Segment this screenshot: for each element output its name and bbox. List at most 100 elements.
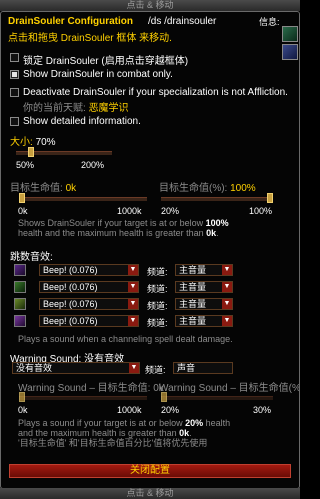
tick-channel-dropdown[interactable]: 主音量 ▼: [175, 298, 233, 310]
tick-channel-selected: 主音量: [179, 316, 207, 326]
health-desc-line2: health and the maximum health is greater…: [18, 228, 207, 238]
detailed-info-checkbox[interactable]: [10, 117, 19, 126]
tick-sounds-label: 跳数音效:: [10, 252, 53, 263]
tick-sound-selected: Beep! (0.076): [43, 265, 98, 275]
tick-channel-dropdown[interactable]: 主音量 ▼: [175, 281, 233, 293]
side-spell-icon-1[interactable]: [282, 26, 298, 42]
tick-sound-selected: Beep! (0.076): [43, 299, 98, 309]
target-health-label: 目标生命值: 0k: [10, 179, 76, 194]
size-slider-thumb[interactable]: [27, 147, 34, 157]
drag-bar-bottom[interactable]: 点击 & 移动: [0, 488, 300, 499]
warning-desc-health: health: [203, 418, 231, 428]
chevron-down-icon[interactable]: ▼: [222, 316, 232, 326]
current-spec-prefix: 你的当前天赋:: [23, 103, 89, 114]
chevron-down-icon[interactable]: ▼: [222, 282, 232, 292]
drag-bar-top[interactable]: 点击 & 移动: [0, 0, 300, 11]
target-health-min: 0k: [18, 206, 28, 216]
haunt-icon: [14, 281, 26, 293]
target-health-pct-prefix: 目标生命值(%):: [159, 183, 231, 194]
detailed-info-label: Show detailed information.: [23, 116, 141, 127]
chevron-down-icon[interactable]: ▼: [128, 265, 138, 275]
tick-channel-label: 频道:: [147, 284, 168, 294]
move-hint: 点击和拖曳 DrainSouler 框体 来移动.: [8, 33, 172, 44]
tick-sound-selected: Beep! (0.076): [43, 316, 98, 326]
malefic-grasp-icon: [14, 298, 26, 310]
side-spell-icon-2[interactable]: [282, 44, 298, 60]
config-panel: DrainSouler Configuration /ds /drainsoul…: [0, 11, 300, 489]
target-health-value: 0k: [65, 183, 77, 194]
tick-channel-dropdown[interactable]: 主音量 ▼: [175, 315, 233, 327]
size-min: 50%: [16, 160, 35, 170]
warning-sound-selected: 没有音效: [16, 363, 53, 373]
warning-pct-max: 30%: [253, 405, 272, 415]
health-desc-pct: 100%: [205, 218, 229, 228]
warning-pct-slider-thumb[interactable]: [161, 392, 167, 402]
tick-sounds-description: Plays a sound when a channeling spell de…: [18, 334, 233, 344]
drain-soul-icon: [14, 264, 26, 276]
size-label: 大小: 70%: [10, 133, 56, 148]
deactivate-spec-label: Deactivate DrainSouler if your specializ…: [23, 87, 288, 98]
tick-channel-label: 频道:: [147, 267, 168, 277]
size-max: 200%: [81, 160, 105, 170]
tick-sound-dropdown[interactable]: Beep! (0.076) ▼: [39, 281, 139, 293]
tick-channel-selected: 主音量: [179, 265, 207, 275]
warning-health-slider-thumb[interactable]: [19, 392, 25, 402]
target-health-pct-max: 100%: [249, 206, 273, 216]
lock-frame-label: 锁定 DrainSouler (启用点击穿越框体): [23, 56, 189, 67]
chevron-down-icon[interactable]: ▼: [222, 265, 232, 275]
chevron-down-icon[interactable]: ▼: [128, 299, 138, 309]
tick-channel-label: 频道:: [147, 318, 168, 328]
chevron-down-icon[interactable]: ▼: [222, 299, 232, 309]
health-description: Shows DrainSouler if your target is at o…: [18, 218, 229, 238]
tick-sound-dropdown[interactable]: Beep! (0.076) ▼: [39, 298, 139, 310]
close-config-button[interactable]: 关闭配置: [9, 464, 291, 478]
warning-health-max: 1000k: [117, 405, 142, 415]
target-health-pct-min: 20%: [161, 206, 180, 216]
warning-description: Plays a sound if your target is at or be…: [18, 418, 230, 448]
info-label: 信息:: [259, 17, 280, 27]
size-value: 70%: [35, 137, 56, 148]
combat-only-checkbox[interactable]: [10, 70, 19, 79]
tick-sound-dropdown[interactable]: Beep! (0.076) ▼: [39, 264, 139, 276]
target-health-pct-slider-thumb[interactable]: [267, 193, 273, 203]
chevron-down-icon[interactable]: ▼: [128, 282, 138, 292]
target-health-pct-value: 100%: [230, 183, 256, 194]
warning-desc-line2: and the maximum health is greater than: [18, 428, 180, 438]
lock-frame-checkbox[interactable]: [10, 53, 19, 62]
tick-channel-selected: 主音量: [179, 282, 207, 292]
chevron-down-icon[interactable]: ▼: [129, 363, 139, 373]
target-health-max: 1000k: [117, 206, 142, 216]
drag-bar-top-label: 点击 & 移动: [126, 0, 174, 10]
warning-desc-line1: Plays a sound if your target is at or be…: [18, 418, 186, 428]
warning-health-slider-track[interactable]: [19, 396, 147, 400]
config-title: DrainSouler Configuration: [8, 16, 133, 27]
target-health-slider-track[interactable]: [19, 197, 147, 201]
drag-bar-bottom-label: 点击 & 移动: [126, 488, 174, 498]
warning-pct-label: Warning Sound – 目标生命值(%): 20%: [159, 383, 299, 394]
health-desc-line1: Shows DrainSouler if your target is at o…: [18, 218, 206, 228]
warning-pct-slider-track[interactable]: [161, 396, 273, 400]
warning-health-label: Warning Sound – 目标生命值: 0k: [18, 383, 164, 394]
chevron-down-icon[interactable]: ▼: [128, 316, 138, 326]
slash-command: /ds /drainsouler: [148, 16, 217, 27]
warning-desc-max: 0k: [179, 428, 190, 438]
warning-desc-priority: '目标生命值' 和'目标生命值百分比'值将优先使用: [18, 438, 208, 448]
tick-sound-dropdown[interactable]: Beep! (0.076) ▼: [39, 315, 139, 327]
health-desc-max: 0k: [206, 228, 217, 238]
target-health-pct-slider-track[interactable]: [161, 197, 273, 201]
drain-life-icon: [14, 315, 26, 327]
warning-pct-min: 20%: [161, 405, 180, 415]
target-health-slider-thumb[interactable]: [19, 193, 25, 203]
tick-sound-selected: Beep! (0.076): [43, 282, 98, 292]
tick-channel-dropdown[interactable]: 主音量 ▼: [175, 264, 233, 276]
tick-channel-label: 频道:: [147, 301, 168, 311]
warning-sound-dropdown[interactable]: 没有音效 ▼: [12, 362, 140, 374]
close-config-label: 关闭配置: [130, 465, 170, 476]
warning-channel-dropdown[interactable]: 声音: [173, 362, 233, 374]
target-health-pct-label: 目标生命值(%): 100%: [159, 179, 256, 194]
warning-desc-period: .: [189, 428, 192, 438]
current-spec-value: 恶魔学识: [88, 103, 129, 114]
warning-health-min: 0k: [18, 405, 28, 415]
deactivate-spec-checkbox[interactable]: [10, 88, 19, 97]
health-desc-period: .: [216, 228, 219, 238]
